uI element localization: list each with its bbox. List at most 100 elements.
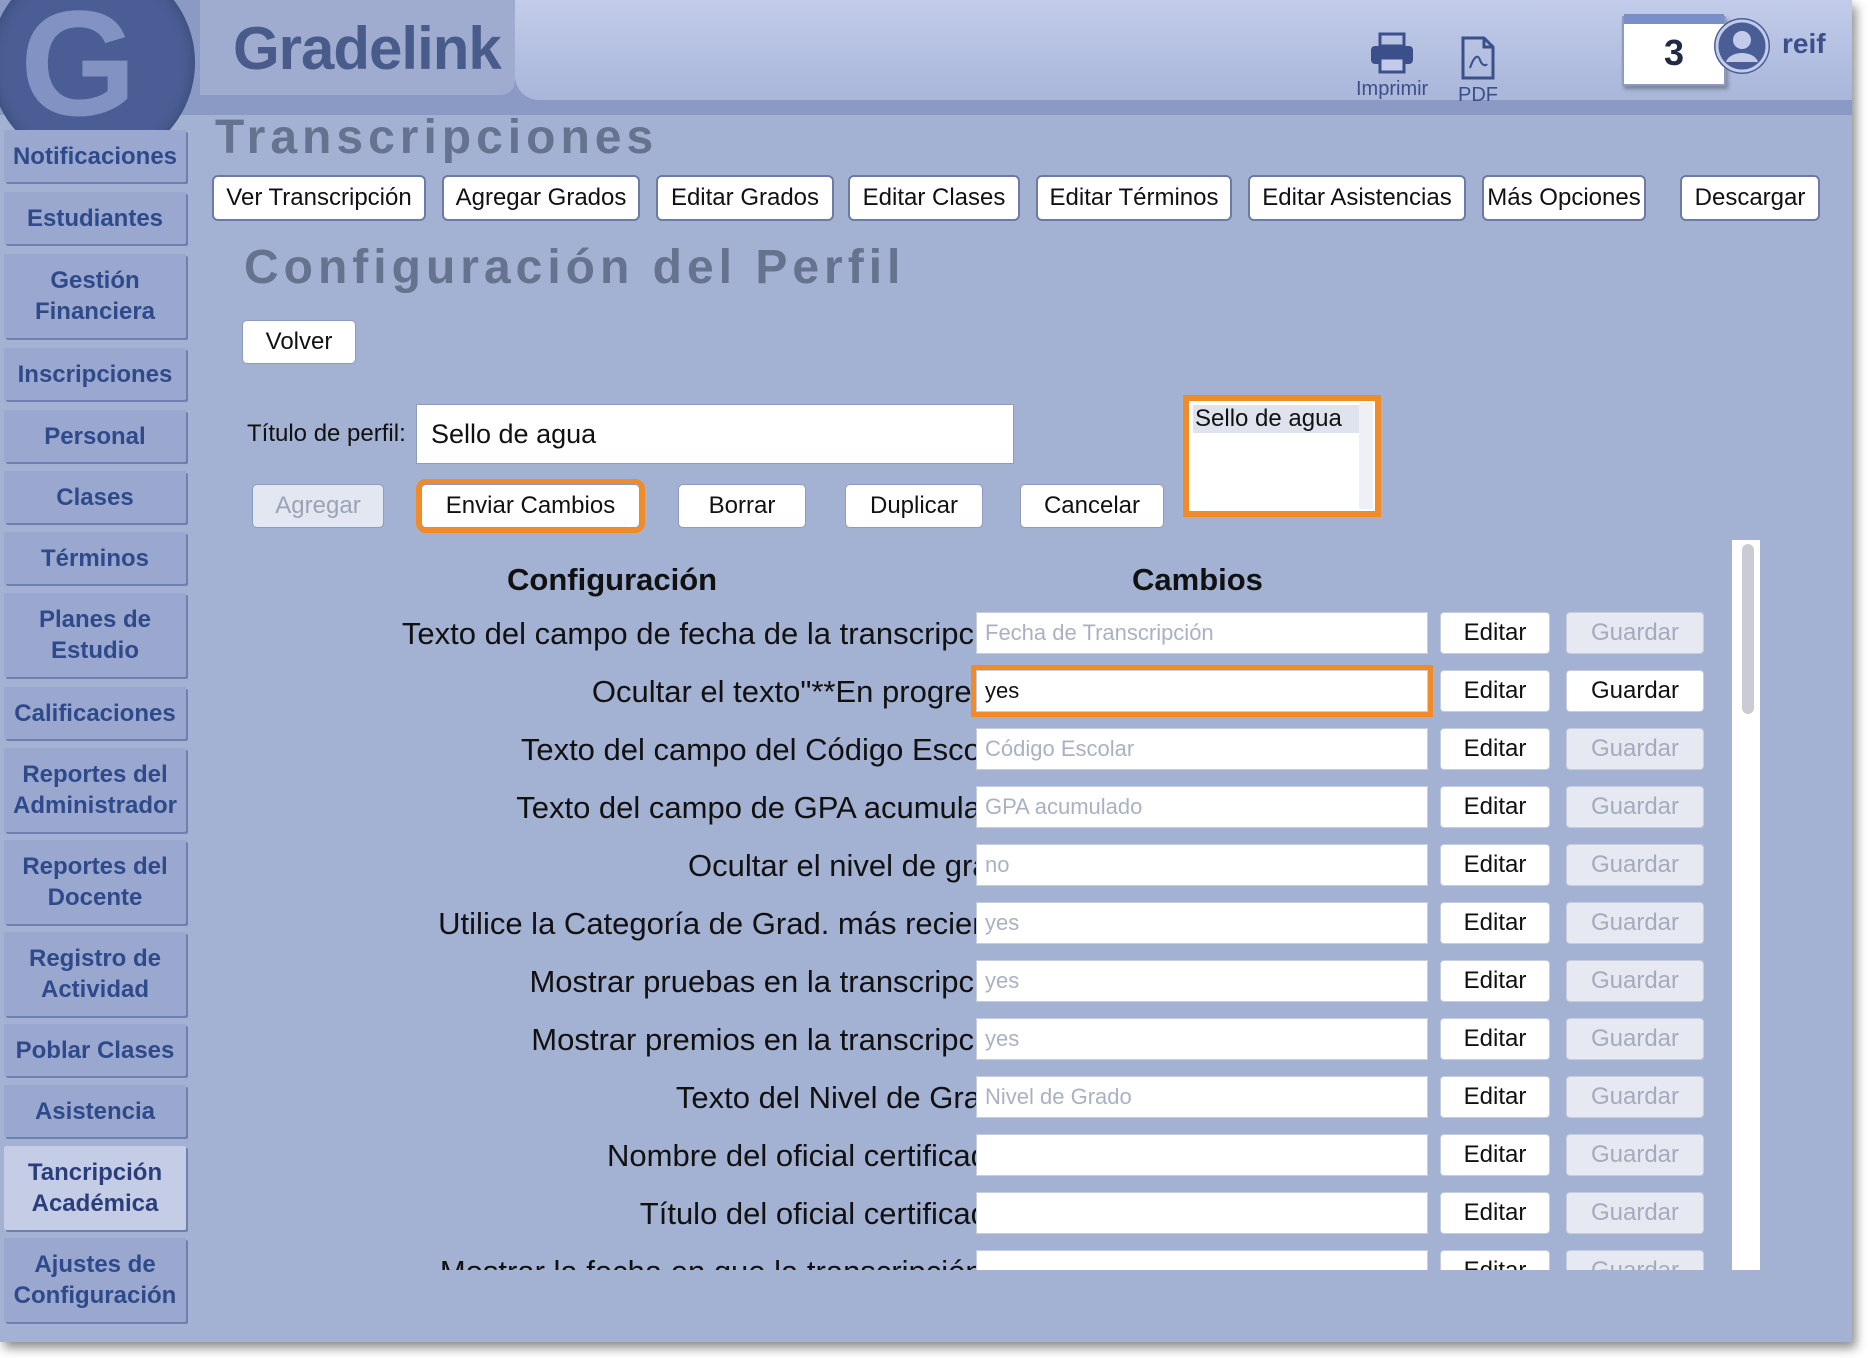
edit-button[interactable]: Editar (1440, 1192, 1550, 1234)
setting-input[interactable]: yes (976, 960, 1428, 1002)
tab-editar-grados[interactable]: Editar Grados (656, 175, 834, 221)
sidebar-item-gestion-financiera[interactable]: Gestión Financiera (4, 254, 186, 338)
calendar-button[interactable]: 3 (1622, 14, 1726, 86)
pdf-icon (1461, 36, 1495, 80)
user-name[interactable]: reif (1782, 28, 1826, 60)
edit-button[interactable]: Editar (1440, 1250, 1550, 1270)
calendar-icon (1624, 14, 1724, 24)
save-button[interactable]: Guardar (1566, 786, 1704, 828)
setting-label: Mostrar pruebas en la transcripción: (529, 964, 1024, 999)
setting-label: Ocultar el texto"**En progreso": (591, 674, 1024, 709)
delete-button[interactable]: Borrar (678, 484, 806, 528)
profile-list-option[interactable]: Sello de agua (1193, 405, 1363, 433)
sidebar-item-personal[interactable]: Personal (4, 410, 186, 462)
pdf-button[interactable]: PDF (1458, 36, 1498, 107)
save-button[interactable]: Guardar (1566, 728, 1704, 770)
edit-button[interactable]: Editar (1440, 1076, 1550, 1118)
setting-input[interactable]: GPA acumulado (976, 786, 1428, 828)
sidebar-item-inscripciones[interactable]: Inscripciones (4, 348, 186, 400)
setting-label: Utilice la Categoría de Grad. más recien… (438, 906, 1024, 941)
page-title: Transcripciones (215, 111, 659, 164)
setting-label: Texto del campo de GPA acumulado: (516, 790, 1024, 825)
setting-input[interactable]: yes (976, 1018, 1428, 1060)
save-button[interactable]: Guardar (1566, 902, 1704, 944)
setting-label: Texto del campo del Código Escolar: (520, 732, 1024, 767)
setting-label: Título del oficial certificador: (639, 1196, 1024, 1231)
edit-button[interactable]: Editar (1440, 728, 1550, 770)
edit-button[interactable]: Editar (1440, 612, 1550, 654)
edit-button[interactable]: Editar (1440, 902, 1550, 944)
edit-button[interactable]: Editar (1440, 670, 1550, 712)
sidebar-item-reportes-administrador[interactable]: Reportes del Administrador (4, 748, 186, 832)
profile-list-scrollbar[interactable] (1359, 403, 1373, 509)
brand-name: Gradelink (233, 15, 502, 82)
edit-button[interactable]: Editar (1440, 786, 1550, 828)
tab-agregar-grados[interactable]: Agregar Grados (442, 175, 640, 221)
save-button[interactable]: Guardar (1566, 1250, 1704, 1270)
sidebar-item-reportes-docente[interactable]: Reportes del Docente (4, 840, 186, 924)
setting-input[interactable]: yes (976, 902, 1428, 944)
setting-label: Mostrar la fecha en que la transcripción… (440, 1254, 1024, 1270)
sidebar-item-asistencia[interactable]: Asistencia (4, 1085, 186, 1137)
add-button[interactable]: Agregar (252, 484, 384, 528)
save-button[interactable]: Guardar (1566, 844, 1704, 886)
logo-letter: G (20, 0, 137, 147)
setting-input[interactable] (976, 1250, 1428, 1270)
settings-panel: Configuración Cambios Texto del campo de… (258, 540, 1760, 1270)
edit-button[interactable]: Editar (1440, 844, 1550, 886)
sidebar-item-poblar-clases[interactable]: Poblar Clases (4, 1024, 186, 1076)
save-button[interactable]: Guardar (1566, 960, 1704, 1002)
sidebar-item-registro-actividad[interactable]: Registro de Actividad (4, 932, 186, 1016)
tab-editar-asistencias[interactable]: Editar Asistencias (1248, 175, 1466, 221)
sidebar-item-terminos[interactable]: Términos (4, 532, 186, 584)
column-header-cambios: Cambios (1132, 562, 1263, 597)
save-button[interactable]: Guardar (1566, 670, 1704, 712)
sidebar-item-notificaciones[interactable]: Notificaciones (4, 130, 186, 182)
sidebar-item-ajustes-configuracion[interactable]: Ajustes de Configuración (4, 1238, 186, 1322)
edit-button[interactable]: Editar (1440, 1018, 1550, 1060)
setting-input[interactable] (976, 1134, 1428, 1176)
header: G Gradelink Imprimir PDF 3 reif (0, 0, 1852, 165)
sidebar-item-calificaciones[interactable]: Calificaciones (4, 687, 186, 739)
setting-input[interactable]: Fecha de Transcripción (976, 612, 1428, 654)
save-button[interactable]: Guardar (1566, 1134, 1704, 1176)
save-button[interactable]: Guardar (1566, 1018, 1704, 1060)
setting-input[interactable]: Nivel de Grado (976, 1076, 1428, 1118)
user-avatar-icon[interactable] (1714, 18, 1770, 74)
back-button[interactable]: Volver (242, 320, 356, 364)
profile-title-label: Título de perfil: (247, 420, 406, 447)
print-button[interactable]: Imprimir (1356, 32, 1428, 101)
sidebar-item-clases[interactable]: Clases (4, 471, 186, 523)
send-changes-button[interactable]: Enviar Cambios (416, 479, 645, 533)
save-button[interactable]: Guardar (1566, 1076, 1704, 1118)
setting-input[interactable] (976, 1192, 1428, 1234)
tab-ver-transcripcion[interactable]: Ver Transcripción (212, 175, 426, 221)
setting-label: Texto del Nivel de Grado: (675, 1080, 1024, 1115)
pdf-label: PDF (1458, 84, 1498, 106)
save-button[interactable]: Guardar (1566, 612, 1704, 654)
cancel-button[interactable]: Cancelar (1020, 484, 1164, 528)
app-window: G Gradelink Imprimir PDF 3 reif Notifica… (0, 0, 1852, 1342)
setting-input[interactable]: yes (971, 665, 1433, 717)
sidebar-item-transcripcion-academica[interactable]: Tancripción Académica (4, 1146, 186, 1230)
setting-label: Texto del campo de fecha de la transcrip… (401, 616, 1024, 651)
edit-button[interactable]: Editar (1440, 960, 1550, 1002)
tab-mas-opciones[interactable]: Más Opciones (1482, 175, 1646, 221)
tab-editar-terminos[interactable]: Editar Términos (1036, 175, 1232, 221)
profile-title-input[interactable]: Sello de agua (416, 404, 1014, 464)
calendar-day: 3 (1663, 32, 1685, 73)
printer-icon (1371, 32, 1414, 74)
edit-button[interactable]: Editar (1440, 1134, 1550, 1176)
tab-editar-clases[interactable]: Editar Clases (848, 175, 1020, 221)
tab-descargar[interactable]: Descargar (1680, 175, 1820, 221)
sidebar-item-estudiantes[interactable]: Estudiantes (4, 192, 186, 244)
setting-input[interactable]: no (976, 844, 1428, 886)
setting-input[interactable]: Código Escolar (976, 728, 1428, 770)
save-button[interactable]: Guardar (1566, 1192, 1704, 1234)
setting-label: Ocultar el nivel de grado (687, 848, 1024, 883)
settings-scroll-thumb[interactable] (1742, 544, 1754, 714)
sidebar-item-planes-de-estudio[interactable]: Planes de Estudio (4, 593, 186, 677)
section-title: Configuración del Perfil (244, 241, 906, 294)
profile-list[interactable]: Sello de agua (1183, 395, 1381, 517)
duplicate-button[interactable]: Duplicar (845, 484, 983, 528)
